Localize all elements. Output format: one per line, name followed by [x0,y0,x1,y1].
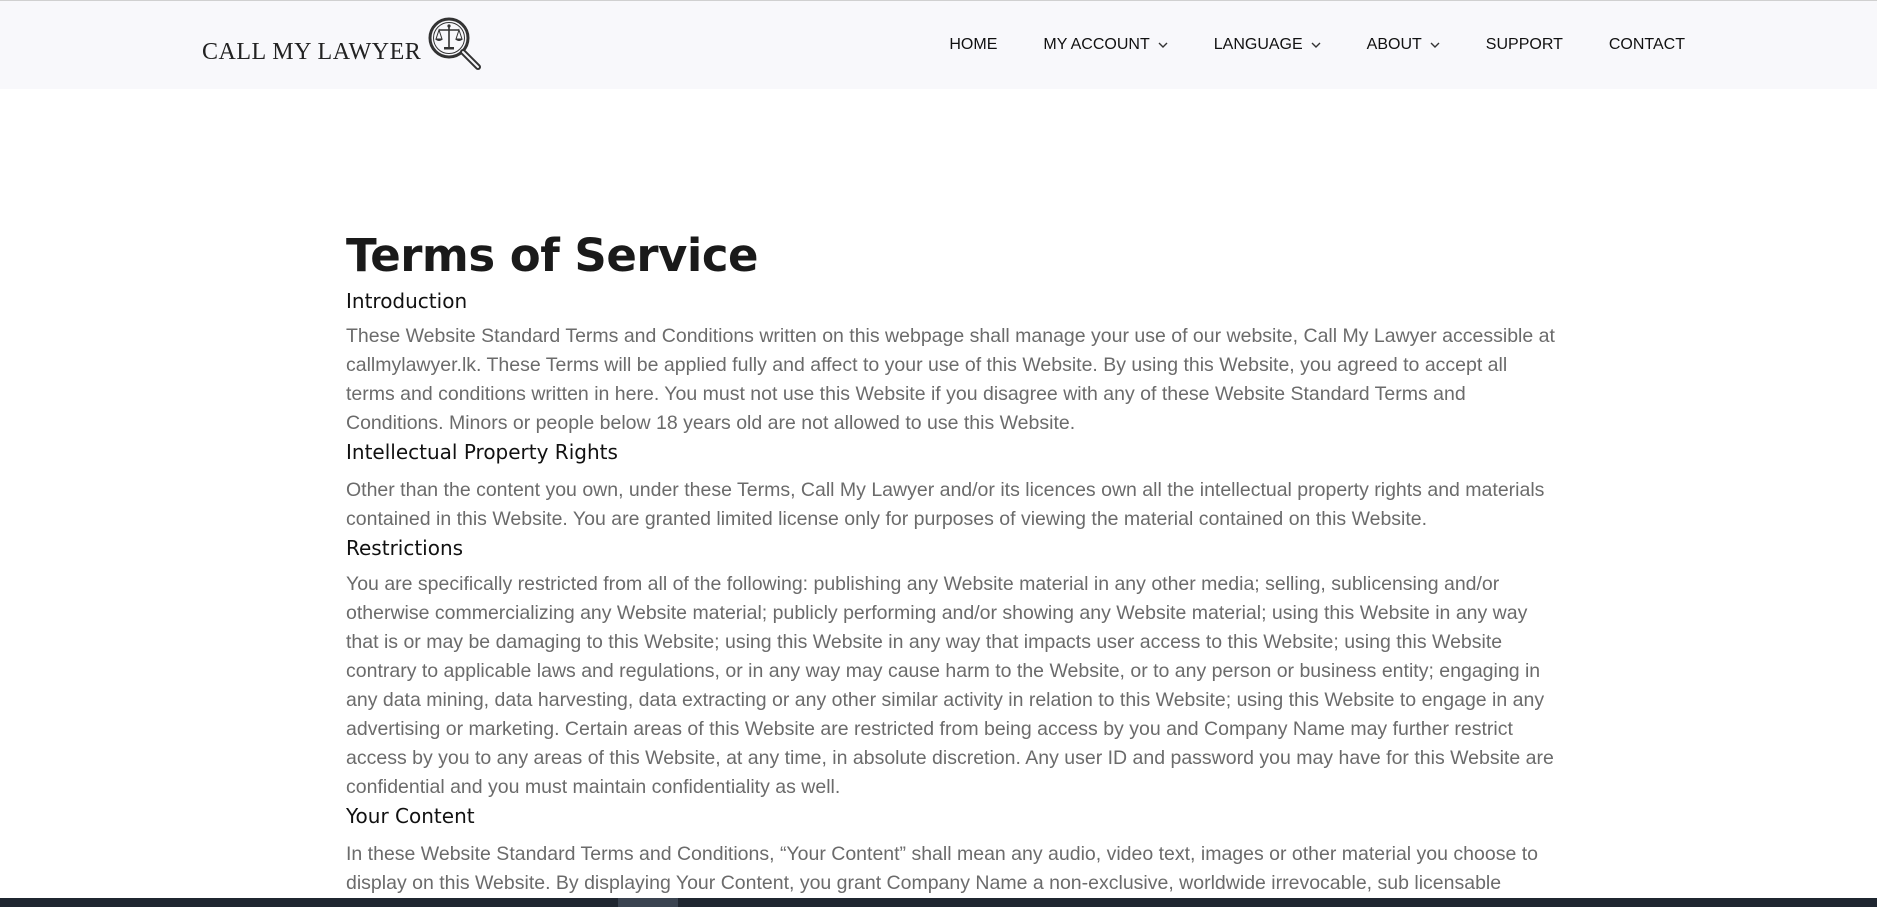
section-body-introduction: These Website Standard Terms and Conditi… [346,325,1555,434]
chevron-down-icon [1311,40,1321,52]
chevron-down-icon [1430,40,1440,52]
nav-language-label: LANGUAGE [1213,36,1303,53]
brand-logo[interactable]: CALL MY LAWYER [202,17,483,75]
nav-about[interactable]: ABOUT [1367,36,1440,54]
nav-support-label: SUPPORT [1485,36,1563,53]
section-heading-ip-rights: Intellectual Property Rights [346,440,618,464]
nav-language[interactable]: LANGUAGE [1214,36,1321,54]
nav-contact[interactable]: CONTACT [1609,36,1685,54]
nav-home[interactable]: HOME [949,36,997,54]
terms-content: Terms of Service Introduction These Webs… [346,230,1561,898]
section-heading-your-content: Your Content [346,804,475,828]
scales-magnifier-logo-icon [427,16,483,77]
main-nav: HOME MY ACCOUNT LANGUAGE ABOUT SUPPORT C… [949,1,1685,89]
nav-about-label: ABOUT [1366,36,1422,53]
nav-my-account[interactable]: MY ACCOUNT [1043,36,1168,54]
nav-my-account-label: MY ACCOUNT [1043,36,1150,53]
os-taskbar [0,898,1877,907]
page-title: Terms of Service [346,229,759,282]
section-body-your-content: In these Website Standard Terms and Cond… [346,843,1538,894]
brand-name: CALL MY LAWYER [202,38,422,65]
section-heading-introduction: Introduction [346,289,468,313]
site-header: CALL MY LAWYER HOME MY ACCOUNT LANGUAGE … [0,1,1877,89]
nav-home-label: HOME [949,36,998,53]
section-body-restrictions: You are specifically restricted from all… [346,573,1554,798]
chevron-down-icon [1158,40,1168,52]
section-body-ip-rights: Other than the content you own, under th… [346,479,1545,530]
taskbar-app-button[interactable] [618,898,678,907]
nav-contact-label: CONTACT [1608,36,1685,53]
nav-support[interactable]: SUPPORT [1486,36,1563,54]
section-heading-restrictions: Restrictions [346,536,464,560]
